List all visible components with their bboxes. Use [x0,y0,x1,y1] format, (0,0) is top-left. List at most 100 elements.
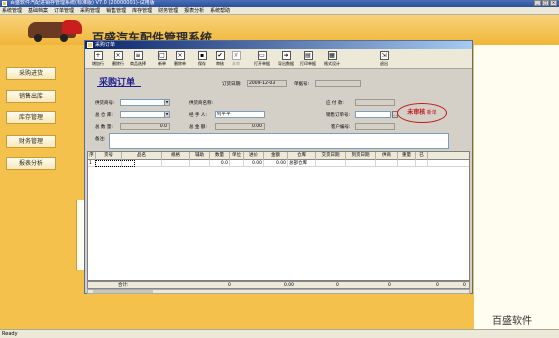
column-header[interactable]: 交货日期 [316,152,346,160]
table-cell[interactable] [376,160,398,167]
column-header[interactable]: 进价 [244,152,264,160]
column-header[interactable]: 规格 [162,152,190,160]
chevron-down-icon[interactable]: ▼ [164,100,169,105]
add-row-icon: + [93,51,103,60]
toolbar-button-exit[interactable]: ⇲ 退出 [375,50,393,68]
toolbar-button-export[interactable]: ➜ 导出数据 [275,50,297,68]
sidebar-item-sales[interactable]: 销售出库 [6,90,56,103]
sidebar-item-finance[interactable]: 财务管理 [6,135,56,148]
table-cell[interactable] [316,160,346,167]
toolbar-button-format-design[interactable]: ▦ 格式设计 [321,50,343,68]
app-title: 百盛软件汽配进销存管理系统(标准版) V7.0 (20000001)-试用版 [10,0,155,6]
column-header[interactable]: 货号 [96,152,122,160]
new-doc-icon: □ [157,51,167,60]
purchase-order-window: 采购订单 + 增加行 × 删除行 ≡ 商品选择 □ 新单 × 删除单 ▪ 保存 ✔ 审核 ✘ 弃审 ▭ 打开单据 ➜… [84,40,473,294]
sidebar-item-inventory[interactable]: 库存管理 [6,111,56,124]
print-icon: ▤ [303,51,313,60]
menu-system[interactable]: 系统管理 [2,7,22,14]
column-header[interactable]: 仓库 [288,152,316,160]
sales-order-field[interactable] [355,111,391,118]
warehouse-select[interactable]: ▼ [120,111,170,118]
menu-inventory[interactable]: 库存管理 [132,7,152,14]
totals-row: 合计: 0 0.00 0 0 0 0 [87,281,470,289]
column-header[interactable]: 序 [88,152,96,160]
menu-orders[interactable]: 订单管理 [54,7,74,14]
order-lines-grid[interactable]: 序货号 品名 规格 辅助 数量 单位 进价 金额 仓库 交货日期 到货日期 供商 重量已 1 0.0 0.0… [87,151,470,281]
table-cell[interactable] [230,160,244,167]
close-button[interactable]: × [550,0,557,6]
save-icon: ▪ [197,51,207,60]
table-row[interactable]: 1 0.0 0.00 0.00 总部仓库 [88,160,469,167]
supplier-no-select[interactable]: ▼ [120,99,170,106]
toolbar-button-open-doc[interactable]: ▭ 打开单据 [251,50,273,68]
toolbar-button-print[interactable]: ▤ 打印单据 [297,50,319,68]
menubar: 系统管理 基础档案 订单管理 采购管理 销售管理 库存管理 财务管理 报表分析 … [0,7,559,15]
table-cell[interactable] [162,160,190,167]
toolbar-label: 打开单据 [254,61,270,66]
column-header[interactable]: 金额 [264,152,288,160]
table-cell[interactable] [346,160,376,167]
memo-label: 备注: [95,137,106,142]
menu-sales[interactable]: 销售管理 [106,7,126,14]
menu-basic-archive[interactable]: 基础档案 [28,7,48,14]
menu-reports[interactable]: 报表分析 [184,7,204,14]
menu-finance[interactable]: 财务管理 [158,7,178,14]
sidebar-item-reports[interactable]: 报表分析 [6,157,56,170]
horizontal-scrollbar[interactable] [87,289,470,294]
toolbar-button-add-row[interactable]: + 增加行 [89,50,107,68]
chevron-down-icon[interactable]: ▼ [164,112,169,117]
column-header[interactable]: 到货日期 [346,152,376,160]
memo-field[interactable] [109,133,449,149]
menu-purchase[interactable]: 采购管理 [80,7,100,14]
totals-amount: 0.00 [284,283,295,288]
doc-no-label: 单据号: [294,82,310,87]
order-date-field[interactable]: 2009-12-03 [247,80,287,87]
heading-underline [97,86,141,87]
column-header[interactable]: 重量 [398,152,416,160]
total-qty-label: 总 数 量: [95,125,113,130]
doc-no-field[interactable] [315,80,361,87]
toolbar-button-unapprove[interactable]: ✘ 弃审 [227,50,245,68]
product-select-icon: ≡ [133,51,143,60]
column-header[interactable]: 供商 [376,152,398,160]
column-header[interactable]: 数量 [210,152,230,160]
total-amount-field: 0.00 [215,123,265,130]
payable-field [355,99,395,106]
scroll-thumb[interactable] [93,290,153,293]
toolbar-button-delete-row[interactable]: × 删除行 [109,50,127,68]
unapproved-stamp: 未审核 新单 [397,103,447,123]
exit-icon: ⇲ [379,51,389,60]
toolbar-button-new-doc[interactable]: □ 新单 [153,50,171,68]
toolbar-label: 商品选择 [130,61,146,66]
supplier-no-label: 供货商号: [95,101,115,106]
table-cell[interactable]: 0.00 [264,160,288,167]
table-cell[interactable] [190,160,210,167]
toolbar-button-delete-doc[interactable]: × 删除单 [171,50,189,68]
column-header[interactable]: 品名 [122,152,162,160]
table-cell[interactable]: 总部仓库 [288,160,316,167]
app-titlebar: 百盛软件汽配进销存管理系统(标准版) V7.0 (20000001)-试用版 _… [0,0,559,7]
table-cell[interactable]: 0.0 [210,160,230,167]
menu-help[interactable]: 系统帮助 [210,7,230,14]
sidebar-item-purchase[interactable]: 采购进货 [6,67,56,80]
maximize-button[interactable]: □ [542,0,549,6]
minimize-button[interactable]: _ [534,0,541,6]
table-cell[interactable] [398,160,416,167]
workspace-background [474,45,559,329]
column-header[interactable]: 已 [416,152,428,160]
toolbar-label: 增加行 [92,61,104,66]
delete-row-icon: × [113,51,123,60]
toolbar-button-product-select[interactable]: ≡ 商品选择 [129,50,147,68]
totals-col6: 0 [463,283,466,288]
customer-no-label: 客户编号: [331,125,351,130]
column-header[interactable]: 单位 [230,152,244,160]
table-cell[interactable]: 0.00 [244,160,264,167]
window-title: 采购订单 [95,42,116,48]
order-date-label: 订货日期: [222,82,242,87]
toolbar-button-save[interactable]: ▪ 保存 [193,50,211,68]
totals-col4: 0 [388,283,391,288]
column-header[interactable]: 辅助 [190,152,210,160]
table-cell[interactable] [416,160,428,167]
handler-select[interactable]: 何平平 [215,111,265,118]
handler-label: 经 手 人: [189,113,207,118]
